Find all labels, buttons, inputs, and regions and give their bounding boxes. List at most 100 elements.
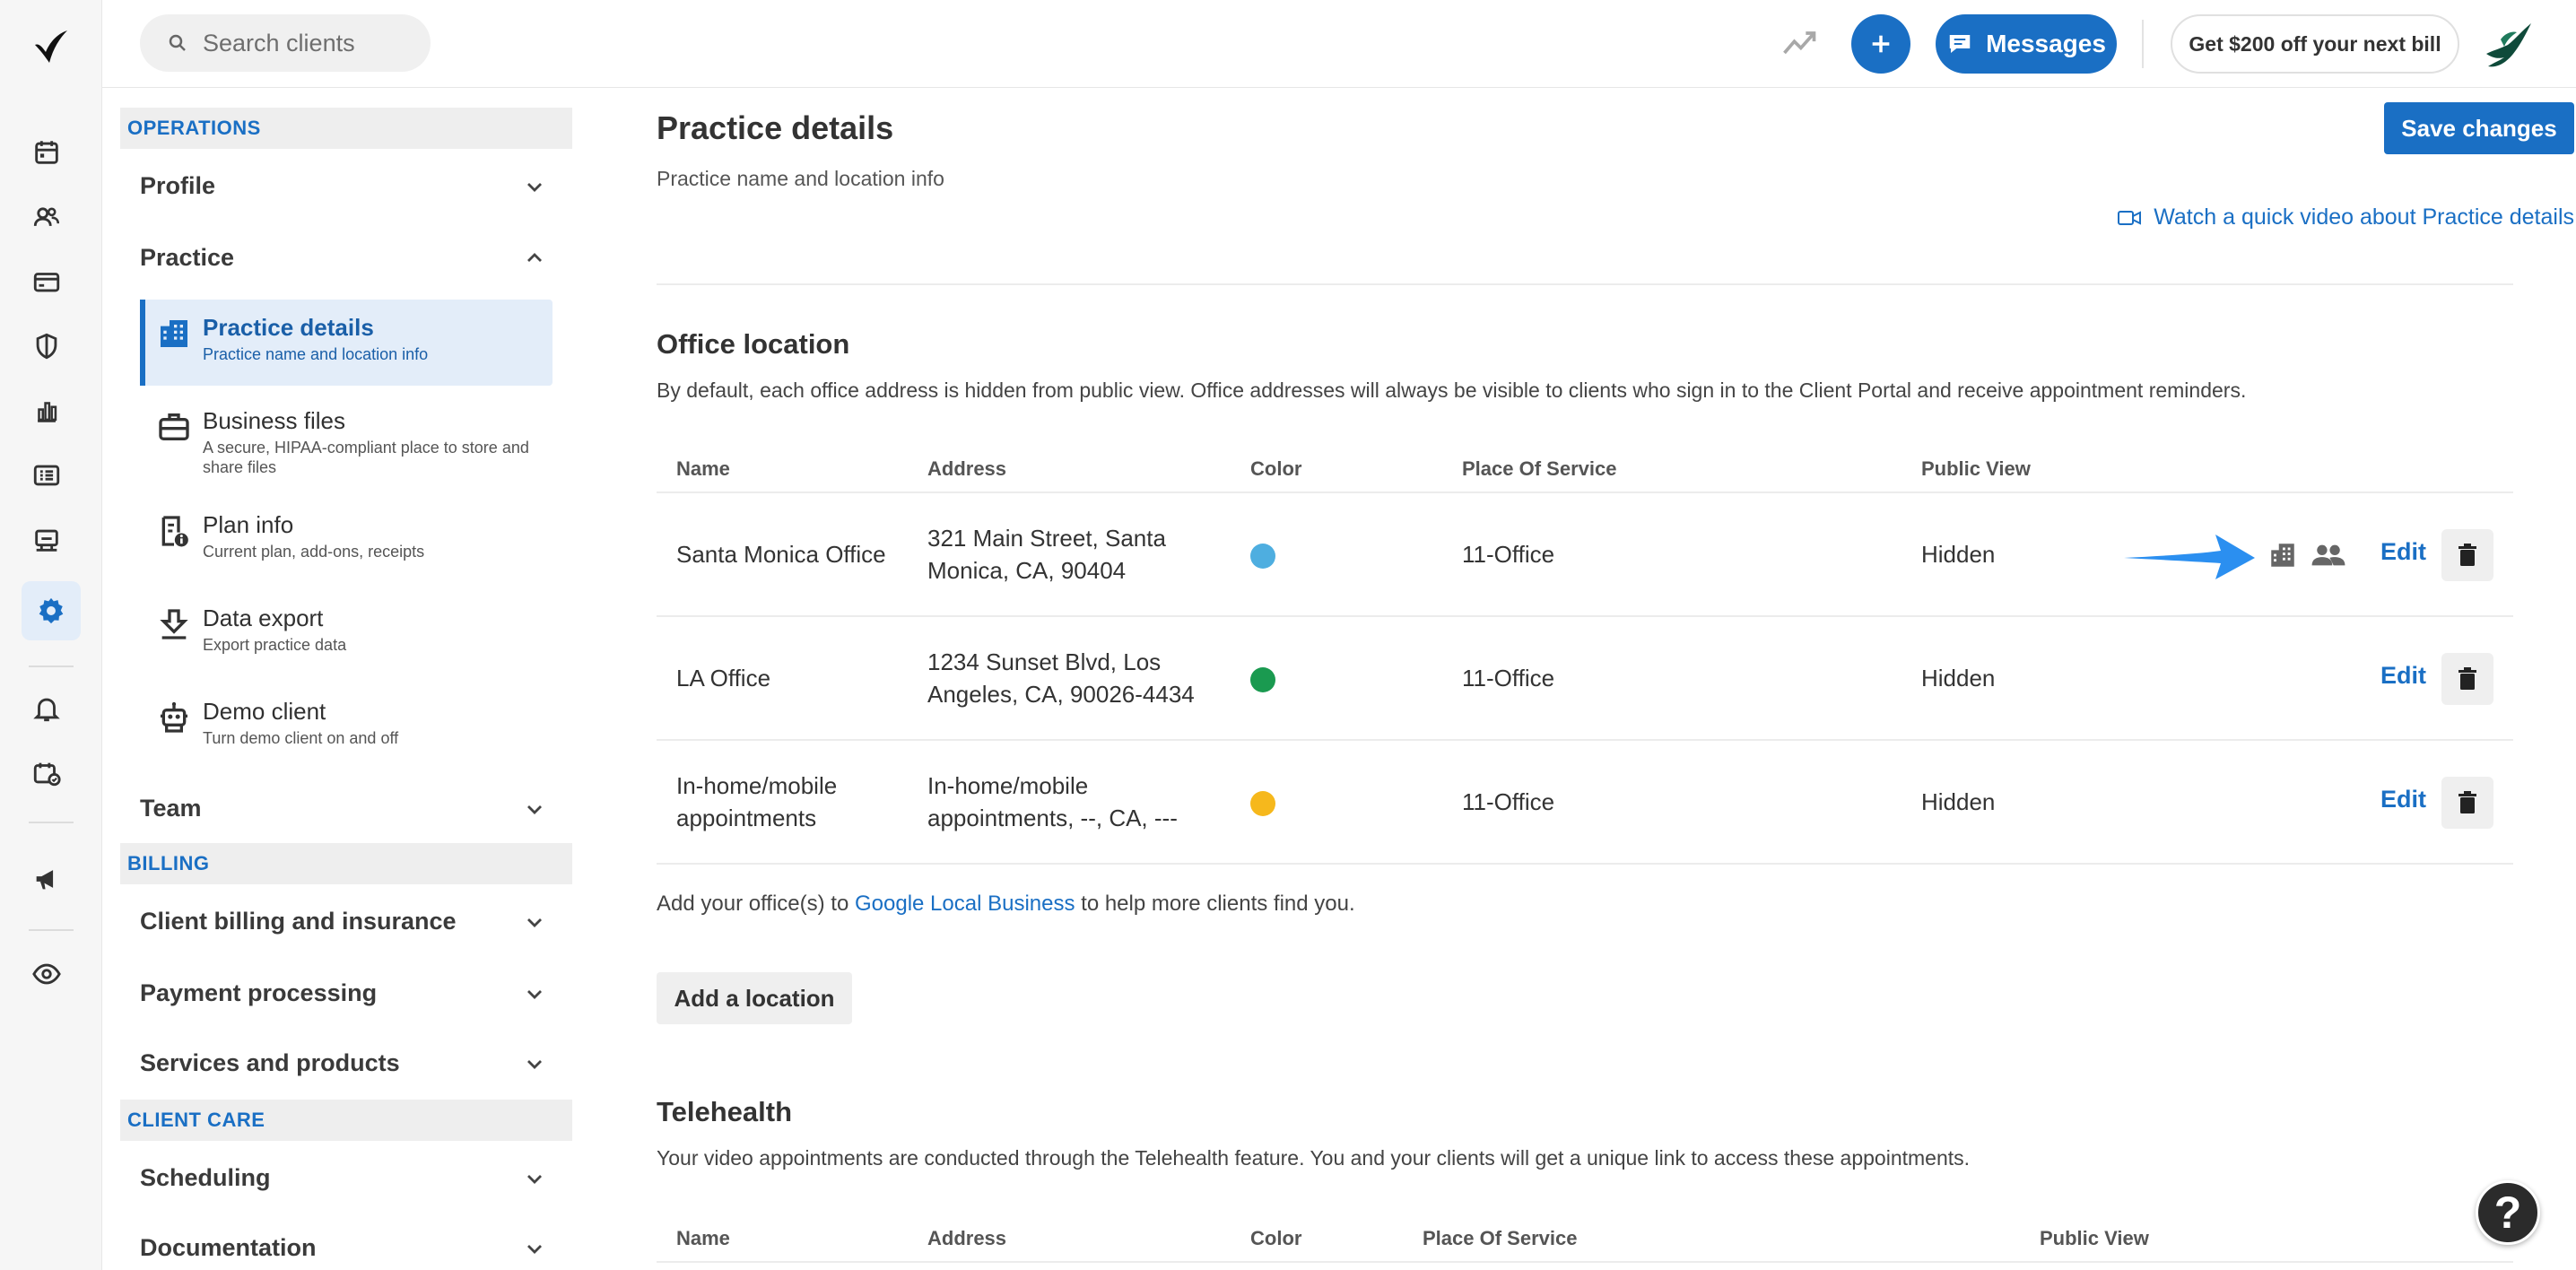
google-business-note: Add your office(s) to Google Local Busin… — [657, 892, 1355, 917]
nav-item-label: Client billing and insurance — [140, 907, 457, 935]
col-header-place-of-service: Place Of Service — [1462, 457, 1617, 480]
marketing-megaphone-icon[interactable] — [27, 859, 66, 899]
chat-bubble-icon — [1949, 35, 1971, 53]
subitem-desc: Turn demo client on and off — [203, 729, 399, 747]
help-button[interactable]: ? — [2476, 1180, 2540, 1245]
col-header-public-view: Public View — [2040, 1227, 2149, 1249]
location-color-swatch — [1250, 544, 1275, 569]
subitem-desc: Practice name and location info — [203, 345, 429, 363]
export-icon — [160, 609, 188, 639]
chevron-down-icon — [527, 1245, 542, 1254]
location-name: Santa Monica Office — [676, 541, 886, 568]
nav-item-label: Payment processing — [140, 979, 378, 1006]
pointer-arrow-icon — [2124, 535, 2255, 579]
search-box[interactable] — [140, 14, 431, 72]
col-header-public-view: Public View — [1921, 457, 2031, 480]
subitem-title: Practice details — [203, 314, 374, 341]
nav-item-label: Team — [140, 794, 202, 822]
nav-item-scheduling[interactable]: Scheduling — [140, 1146, 553, 1209]
create-new-button[interactable] — [1851, 14, 1910, 74]
subitem-desc: Current plan, add-ons, receipts — [203, 543, 425, 561]
add-location-button[interactable]: Add a location — [657, 972, 852, 1024]
public-view-status: Hidden — [1921, 665, 1996, 692]
table-row: LA Office 1234 Sunset Blvd, Los Angeles,… — [657, 617, 2513, 741]
page-title: Practice details — [657, 109, 894, 146]
location-address: In-home/mobile appointments, --, CA, --- — [927, 772, 1178, 831]
settings-gear-icon[interactable] — [22, 581, 81, 640]
location-color-swatch — [1250, 667, 1275, 692]
edit-location-link[interactable]: Edit — [2380, 538, 2426, 566]
place-of-service: 11-Office — [1462, 541, 1555, 568]
nav-subitem-business-files[interactable]: Business files A secure, HIPAA-compliant… — [140, 393, 553, 491]
plus-icon — [1872, 35, 1890, 53]
visibility-eye-icon[interactable] — [27, 954, 66, 994]
insurance-shield-icon[interactable] — [27, 326, 66, 366]
col-header-name: Name — [676, 1227, 730, 1249]
search-icon — [169, 34, 186, 51]
nav-item-profile[interactable]: Profile — [140, 154, 553, 217]
trend-chart-icon[interactable] — [1780, 23, 1819, 63]
topbar-divider — [2142, 20, 2144, 68]
requests-icon[interactable] — [27, 753, 66, 793]
subitem-desc: A secure, HIPAA-compliant place to store… — [203, 439, 529, 476]
nav-item-documentation[interactable]: Documentation — [140, 1216, 553, 1270]
nav-item-payment-processing[interactable]: Payment processing — [140, 961, 553, 1024]
delete-location-button[interactable] — [2441, 529, 2493, 581]
subitem-title: Data export — [203, 605, 324, 631]
subitem-title: Plan info — [203, 511, 294, 538]
nav-item-practice[interactable]: Practice — [140, 226, 553, 289]
chevron-down-icon — [527, 183, 542, 192]
nav-subitem-practice-details[interactable]: Practice details Practice name and locat… — [140, 300, 553, 386]
col-header-name: Name — [676, 457, 730, 480]
subitem-title: Demo client — [203, 698, 326, 725]
location-address: 321 Main Street, Santa Monica, CA, 90404 — [927, 525, 1166, 584]
col-header-address: Address — [927, 1227, 1007, 1249]
office-location-desc: By default, each office address is hidde… — [657, 378, 2247, 402]
col-header-color: Color — [1250, 457, 1302, 480]
people-icon[interactable] — [2311, 540, 2346, 570]
clients-icon[interactable] — [27, 197, 66, 237]
nav-item-label: Services and products — [140, 1048, 400, 1076]
location-address: 1234 Sunset Blvd, Los Angeles, CA, 90026… — [927, 648, 1195, 708]
col-header-color: Color — [1250, 1227, 1302, 1249]
location-color-swatch — [1250, 791, 1275, 816]
watch-video-link[interactable]: Watch a quick video about Practice detai… — [2118, 204, 2574, 231]
messages-button[interactable]: Messages — [1936, 14, 2117, 74]
chevron-down-icon — [527, 1060, 542, 1069]
nav-subitem-demo-client[interactable]: Demo client Turn demo client on and off — [140, 683, 553, 768]
nav-subitem-plan-info[interactable]: Plan info Current plan, add-ons, receipt… — [140, 497, 553, 581]
notifications-bell-icon[interactable] — [27, 689, 66, 728]
nav-item-team[interactable]: Team — [140, 777, 553, 839]
analytics-icon[interactable] — [27, 391, 66, 431]
referral-promo-button[interactable]: Get $200 off your next bill — [2171, 14, 2459, 74]
edit-location-link[interactable]: Edit — [2380, 786, 2426, 813]
telehealth-table-header: Name Address Color Place Of Service Publ… — [657, 1211, 2513, 1263]
section-divider — [657, 283, 2513, 285]
logo-icon[interactable] — [30, 25, 73, 68]
activity-list-icon[interactable] — [27, 456, 66, 495]
google-local-business-link[interactable]: Google Local Business — [855, 892, 1075, 916]
nav-item-client-billing[interactable]: Client billing and insurance — [140, 890, 553, 952]
nav-section-operations: OPERATIONS — [120, 108, 572, 149]
account-avatar-icon[interactable] — [2481, 18, 2535, 72]
page-subtitle: Practice name and location info — [657, 167, 944, 190]
top-bar: Messages Get $200 off your next bill — [102, 0, 2576, 88]
billing-card-icon[interactable] — [27, 262, 66, 301]
google-note-suffix: to help more clients find you. — [1075, 892, 1355, 916]
main-content: Practice details Practice name and locat… — [657, 88, 2574, 1270]
rail-divider — [29, 665, 74, 667]
messages-label: Messages — [1986, 30, 2106, 57]
watch-video-label: Watch a quick video about Practice detai… — [2154, 204, 2574, 230]
building-icon[interactable] — [2267, 540, 2298, 570]
delete-location-button[interactable] — [2441, 653, 2493, 705]
nav-subitem-data-export[interactable]: Data export Export practice data — [140, 590, 553, 674]
nav-item-services-products[interactable]: Services and products — [140, 1031, 553, 1094]
save-changes-button[interactable]: Save changes — [2384, 102, 2574, 154]
search-input[interactable] — [203, 29, 418, 57]
delete-location-button[interactable] — [2441, 777, 2493, 829]
rail-divider — [29, 822, 74, 823]
reports-icon[interactable] — [27, 520, 66, 560]
calendar-icon[interactable] — [27, 133, 66, 172]
edit-location-link[interactable]: Edit — [2380, 662, 2426, 690]
telehealth-desc: Your video appointments are conducted th… — [657, 1146, 1971, 1170]
